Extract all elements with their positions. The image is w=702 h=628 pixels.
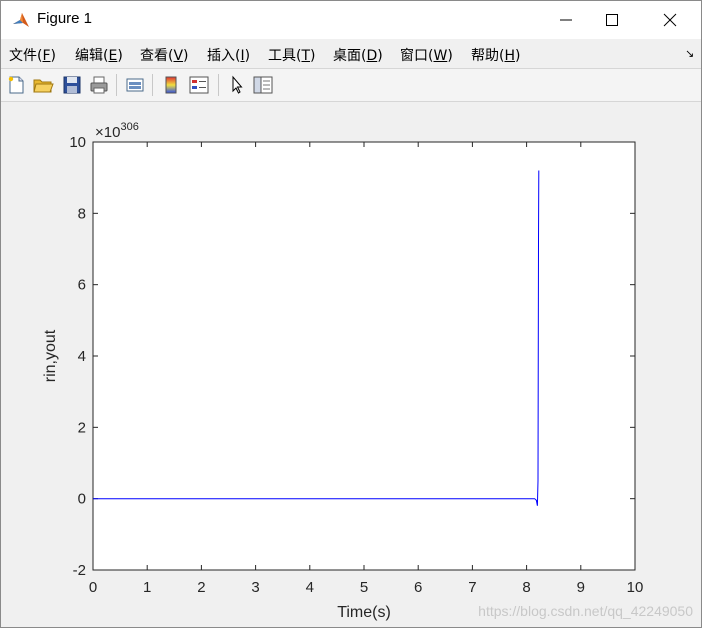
figure-canvas: 0 1 2 3 4 5 6 7 8 9 10 -2 0 2 4 6 8 10 ×10306 Time(s) ri… — [2, 102, 701, 626]
colorbar-icon — [165, 76, 177, 94]
y-exponent-label: ×10306 — [95, 121, 139, 141]
new-figure-icon — [8, 76, 24, 94]
open-file-icon — [33, 79, 54, 93]
menu-edit[interactable]: 编辑(E) — [75, 45, 123, 65]
watermark-text: https://blog.csdn.net/qq_42249050 — [478, 603, 693, 619]
minimize-icon — [560, 19, 572, 21]
menu-desktop[interactable]: 桌面(D) — [333, 45, 383, 65]
x-tick-label: 5 — [360, 579, 368, 596]
toolbar-separator — [116, 74, 117, 96]
y-tick-label: -2 — [73, 562, 86, 579]
y-tick-label: 0 — [78, 491, 86, 508]
save-icon — [63, 76, 81, 94]
plot-svg: 0 1 2 3 4 5 6 7 8 9 10 -20246810 ×10306 Time(s) ri… — [42, 121, 644, 621]
x-tick-label: 3 — [251, 579, 259, 596]
link-plot-button[interactable] — [124, 74, 146, 96]
insert-legend-button[interactable] — [188, 74, 210, 96]
y-tick-label: 6 — [78, 277, 86, 294]
figure-window: Figure 1 文件(F) 编辑(E) 查看(V) 插入(I) 工具(T) 桌… — [0, 0, 702, 628]
x-tick-label: 10 — [627, 579, 644, 596]
x-tick-label: 0 — [89, 579, 97, 596]
title-bar[interactable]: Figure 1 — [1, 1, 701, 39]
save-button[interactable] — [61, 74, 83, 96]
edit-plot-button[interactable] — [226, 74, 248, 96]
menu-bar: 文件(F) 编辑(E) 查看(V) 插入(I) 工具(T) 桌面(D) 窗口(W… — [1, 39, 701, 67]
pointer-icon — [232, 75, 243, 94]
y-tick-label: 2 — [78, 419, 86, 436]
x-tick-label: 7 — [468, 579, 476, 596]
menu-file[interactable]: 文件(F) — [9, 45, 56, 65]
y-tick-labels: -2 0 2 4 6 8 10 — [69, 134, 86, 579]
y-tick-label: 10 — [69, 134, 86, 151]
x-tick-label: 6 — [414, 579, 422, 596]
y-tick-label: 8 — [78, 205, 86, 222]
menu-view[interactable]: 查看(V) — [140, 45, 189, 65]
axes-box[interactable] — [92, 141, 636, 571]
window-title: Figure 1 — [37, 10, 93, 27]
maximize-icon — [606, 14, 618, 26]
menu-help[interactable]: 帮助(H) — [471, 45, 520, 65]
x-tick-label: 4 — [306, 579, 314, 596]
x-axis-label: Time(s) — [337, 604, 391, 621]
close-icon — [663, 13, 677, 27]
open-file-button[interactable] — [32, 74, 54, 96]
property-editor-icon — [253, 76, 273, 94]
matlab-logo-icon — [13, 13, 29, 27]
toolbar-separator — [218, 74, 219, 96]
x-tick-label: 8 — [522, 579, 530, 596]
link-plot-icon — [126, 78, 144, 92]
x-tick-label: 1 — [143, 579, 151, 596]
y-axis-label: rin,yout — [42, 329, 59, 382]
y-tick-label: 4 — [78, 348, 86, 365]
x-tick-labels: 0 1 2 3 4 5 6 7 8 9 10 — [89, 579, 644, 596]
menu-insert[interactable]: 插入(I) — [207, 45, 250, 65]
close-button[interactable] — [647, 1, 693, 39]
x-tick-label: 9 — [577, 579, 585, 596]
print-icon — [90, 76, 108, 94]
insert-colorbar-button[interactable] — [160, 74, 182, 96]
toolbar-separator — [152, 74, 153, 96]
minimize-button[interactable] — [543, 1, 589, 39]
figure-toolbar — [1, 68, 701, 102]
legend-icon — [189, 76, 209, 94]
menu-window[interactable]: 窗口(W) — [400, 45, 453, 65]
new-figure-button[interactable] — [5, 74, 27, 96]
menu-tools[interactable]: 工具(T) — [268, 45, 316, 65]
maximize-button[interactable] — [589, 1, 635, 39]
x-tick-label: 2 — [197, 579, 205, 596]
dock-arrow-icon[interactable]: ↘ — [685, 47, 694, 60]
property-editor-button[interactable] — [252, 74, 274, 96]
print-button[interactable] — [88, 74, 110, 96]
